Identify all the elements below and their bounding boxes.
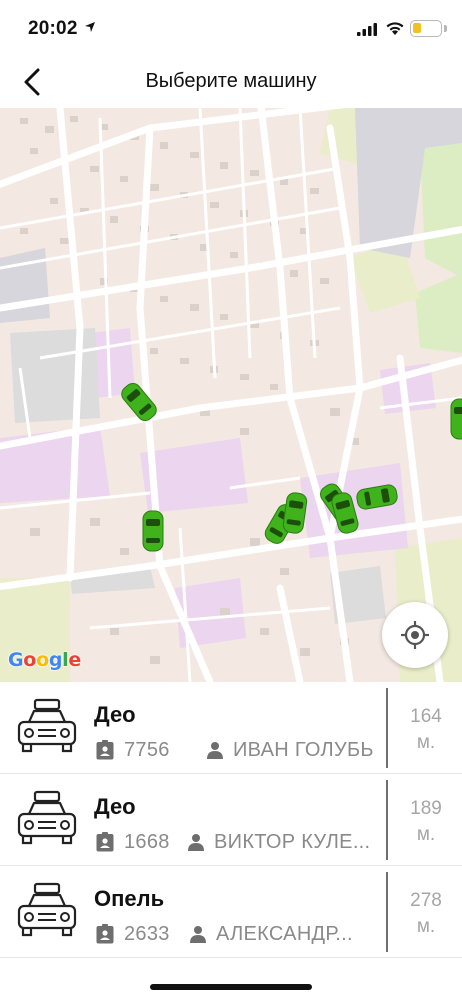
page-title: Выберите машину [145, 70, 317, 92]
plate-number: 2633 [124, 923, 170, 945]
id-badge-icon [96, 832, 114, 852]
distance: 278 м. [390, 888, 462, 940]
taxi-icon [17, 698, 77, 753]
status-bar: 20:02 [0, 0, 462, 58]
distance: 189 м. [390, 796, 462, 848]
distance: 164 м. [390, 704, 462, 756]
battery-level [413, 23, 421, 33]
battery-cap [444, 25, 447, 32]
distance-value: 164 [410, 706, 442, 727]
car-name: Део [94, 794, 136, 819]
car-name: Опель [94, 886, 165, 911]
list-item[interactable]: Опель 2633 АЛЕКСАНДР... 278 м. [0, 866, 462, 958]
person-icon [190, 926, 206, 943]
car-marker[interactable] [450, 398, 462, 440]
map-tiles [0, 108, 462, 682]
car-list: Део 7756 ИВАН ГОЛУБЬ 164 м. Део 1668 ВИК… [0, 682, 462, 958]
home-indicator [150, 984, 312, 990]
nav-bar: Выберите машину [0, 58, 462, 108]
distance-unit: м. [416, 824, 436, 845]
wifi-icon [386, 22, 404, 35]
plate-number: 1668 [124, 831, 170, 853]
car-name: Део [94, 702, 136, 727]
divider [386, 780, 388, 860]
cellular-signal-icon [357, 23, 377, 36]
person-icon [188, 834, 204, 851]
list-item[interactable]: Део 1668 ВИКТОР КУЛЕ... 189 м. [0, 774, 462, 866]
map-view[interactable]: Google [0, 108, 462, 682]
distance-value: 189 [410, 798, 442, 819]
location-arrow-icon [85, 22, 95, 32]
divider [386, 872, 388, 952]
distance-value: 278 [410, 890, 442, 911]
taxi-icon [17, 882, 77, 937]
list-item[interactable]: Део 7756 ИВАН ГОЛУБЬ 164 м. [0, 682, 462, 774]
battery-icon [410, 20, 442, 37]
crosshair-icon [401, 621, 429, 649]
id-badge-icon [96, 740, 114, 760]
distance-unit: м. [416, 916, 436, 937]
id-badge-icon [96, 924, 114, 944]
car-marker[interactable] [142, 510, 164, 552]
distance-unit: м. [416, 732, 436, 753]
person-icon [207, 742, 223, 759]
driver-name: ВИКТОР КУЛЕ... [214, 831, 371, 853]
divider [386, 688, 388, 768]
taxi-icon [17, 790, 77, 845]
driver-name: ИВАН ГОЛУБЬ [233, 739, 374, 761]
driver-name: АЛЕКСАНДР... [216, 923, 353, 945]
my-location-button[interactable] [382, 602, 448, 668]
plate-number: 7756 [124, 739, 170, 761]
status-time: 20:02 [28, 18, 78, 39]
google-logo: Google [8, 649, 81, 671]
